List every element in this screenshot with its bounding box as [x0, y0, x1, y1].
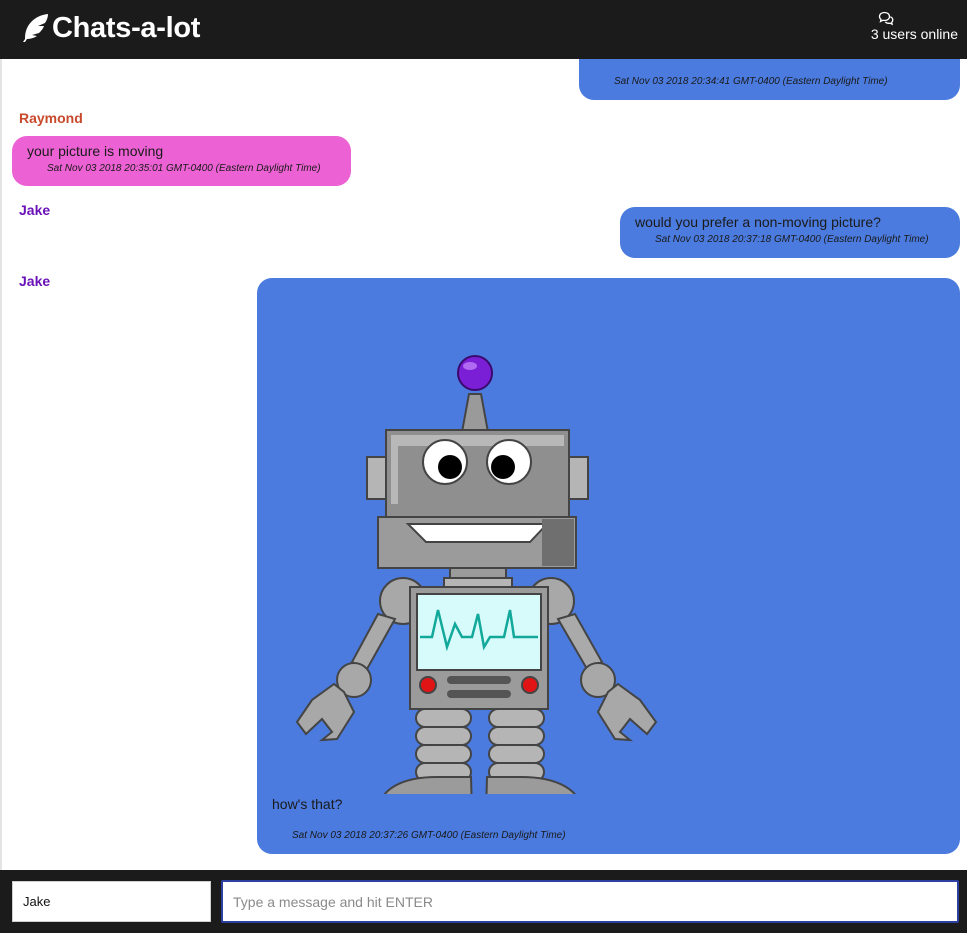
- message-input[interactable]: [221, 880, 959, 923]
- message-bubble: how's that? Sat Nov 03 2018 20:37:26 GMT…: [257, 278, 960, 854]
- message-timestamp: Sat Nov 03 2018 20:37:18 GMT-0400 (Easte…: [655, 234, 929, 245]
- brand: Chats-a-lot: [20, 10, 200, 46]
- message-bubble: your picture is moving Sat Nov 03 2018 2…: [12, 136, 351, 186]
- message-timestamp: Sat Nov 03 2018 20:37:26 GMT-0400 (Easte…: [292, 830, 566, 841]
- robot-image[interactable]: [292, 314, 672, 794]
- message-timestamp: Sat Nov 03 2018 20:34:41 GMT-0400 (Easte…: [614, 76, 888, 87]
- online-status: 3 users online: [871, 11, 958, 43]
- message-list[interactable]: Sat Nov 03 2018 20:34:41 GMT-0400 (Easte…: [0, 59, 967, 870]
- app-header: Chats-a-lot 3 users online: [0, 0, 967, 59]
- app-title: Chats-a-lot: [52, 11, 201, 44]
- feather-icon: [23, 14, 48, 42]
- message-text: how's that?: [272, 796, 343, 812]
- message-bubble: Sat Nov 03 2018 20:34:41 GMT-0400 (Easte…: [579, 59, 960, 100]
- message-timestamp: Sat Nov 03 2018 20:35:01 GMT-0400 (Easte…: [47, 163, 321, 174]
- message-text: would you prefer a non-moving picture?: [635, 214, 881, 230]
- message-text: your picture is moving: [27, 143, 164, 159]
- online-count: 3 users online: [870, 26, 958, 42]
- message-bubble: would you prefer a non-moving picture? S…: [620, 207, 960, 258]
- username-input[interactable]: [12, 881, 211, 922]
- chat-bubbles-icon: [879, 11, 894, 26]
- sender-name: Jake: [19, 202, 51, 218]
- sender-name: Jake: [19, 273, 51, 289]
- sender-name: Raymond: [19, 110, 83, 126]
